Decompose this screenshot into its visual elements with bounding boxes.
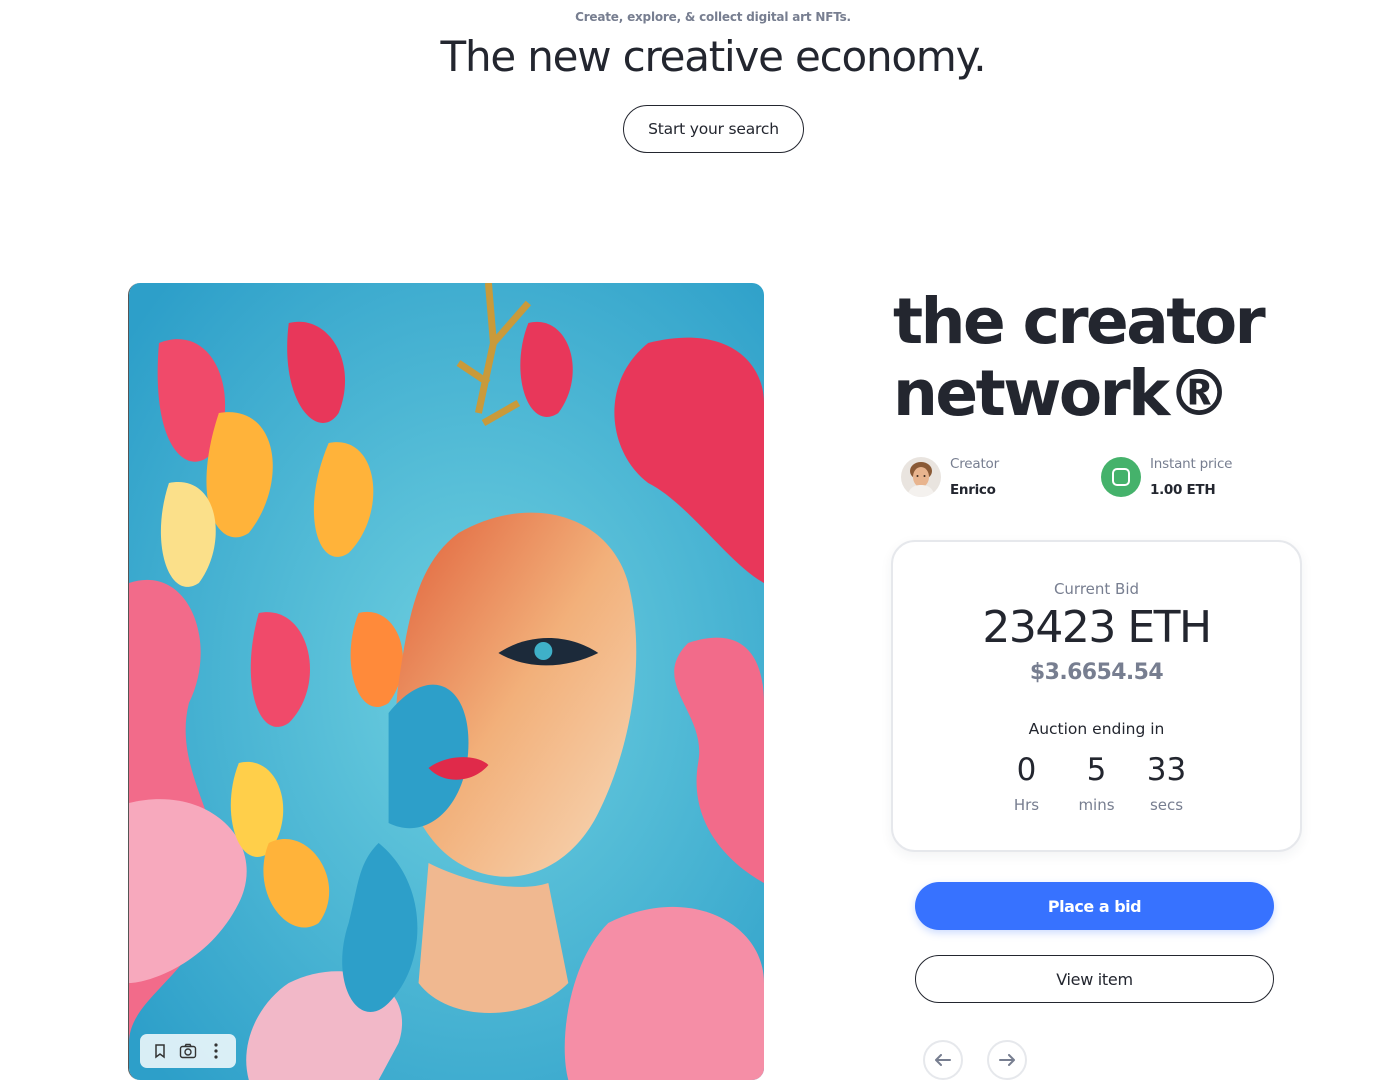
artwork-image[interactable] (128, 283, 764, 1080)
artwork-painting (129, 283, 764, 1080)
current-bid-usd: $3.6654.54 (1029, 660, 1164, 685)
countdown-hours: 0 Hrs (1003, 750, 1051, 814)
next-button[interactable] (987, 1040, 1027, 1080)
arrow-right-icon (999, 1051, 1015, 1070)
arrow-left-icon (935, 1051, 951, 1070)
avatar (901, 457, 941, 497)
current-bid-card: Current Bid 23423 ETH $3.6654.54 Auction… (891, 540, 1302, 852)
previous-button[interactable] (923, 1040, 963, 1080)
start-search-button[interactable]: Start your search (623, 105, 804, 153)
instant-price-info: Instant price 1.00 ETH (1101, 452, 1232, 502)
more-vertical-icon[interactable] (205, 1040, 227, 1062)
countdown-hours-label: Hrs (1013, 796, 1040, 814)
item-title-line1: the creator (893, 285, 1266, 358)
item-title: the creator network® (893, 286, 1333, 430)
current-bid-label: Current Bid (1053, 580, 1140, 598)
hero-eyebrow: Create, explore, & collect digital art N… (575, 10, 851, 24)
creator-label: Creator (950, 456, 999, 472)
place-bid-button[interactable]: Place a bid (915, 882, 1274, 930)
countdown-minutes: 5 mins (1073, 750, 1121, 814)
countdown-minutes-value: 5 (1086, 752, 1107, 788)
auction-ending-label: Auction ending in (1028, 720, 1165, 738)
instant-price-value: 1.00 ETH (1150, 482, 1216, 498)
view-item-button[interactable]: View item (915, 955, 1274, 1003)
bookmark-icon[interactable] (149, 1040, 171, 1062)
item-title-line2: network® (893, 357, 1231, 430)
artwork-toolbar (140, 1034, 236, 1068)
countdown-minutes-label: mins (1078, 796, 1115, 814)
camera-search-icon[interactable] (177, 1040, 199, 1062)
price-icon (1101, 457, 1141, 497)
creator-info[interactable]: Creator Enrico (901, 452, 999, 502)
instant-price-label: Instant price (1150, 456, 1233, 472)
hero-title: The new creative economy. (440, 32, 987, 81)
auction-countdown: 0 Hrs 5 mins 33 secs (893, 750, 1300, 814)
creator-name: Enrico (950, 482, 996, 498)
countdown-seconds: 33 secs (1143, 750, 1191, 814)
countdown-seconds-value: 33 (1146, 752, 1187, 788)
countdown-hours-value: 0 (1016, 752, 1037, 788)
countdown-seconds-label: secs (1149, 796, 1184, 814)
current-bid-eth: 23423 ETH (982, 602, 1212, 653)
